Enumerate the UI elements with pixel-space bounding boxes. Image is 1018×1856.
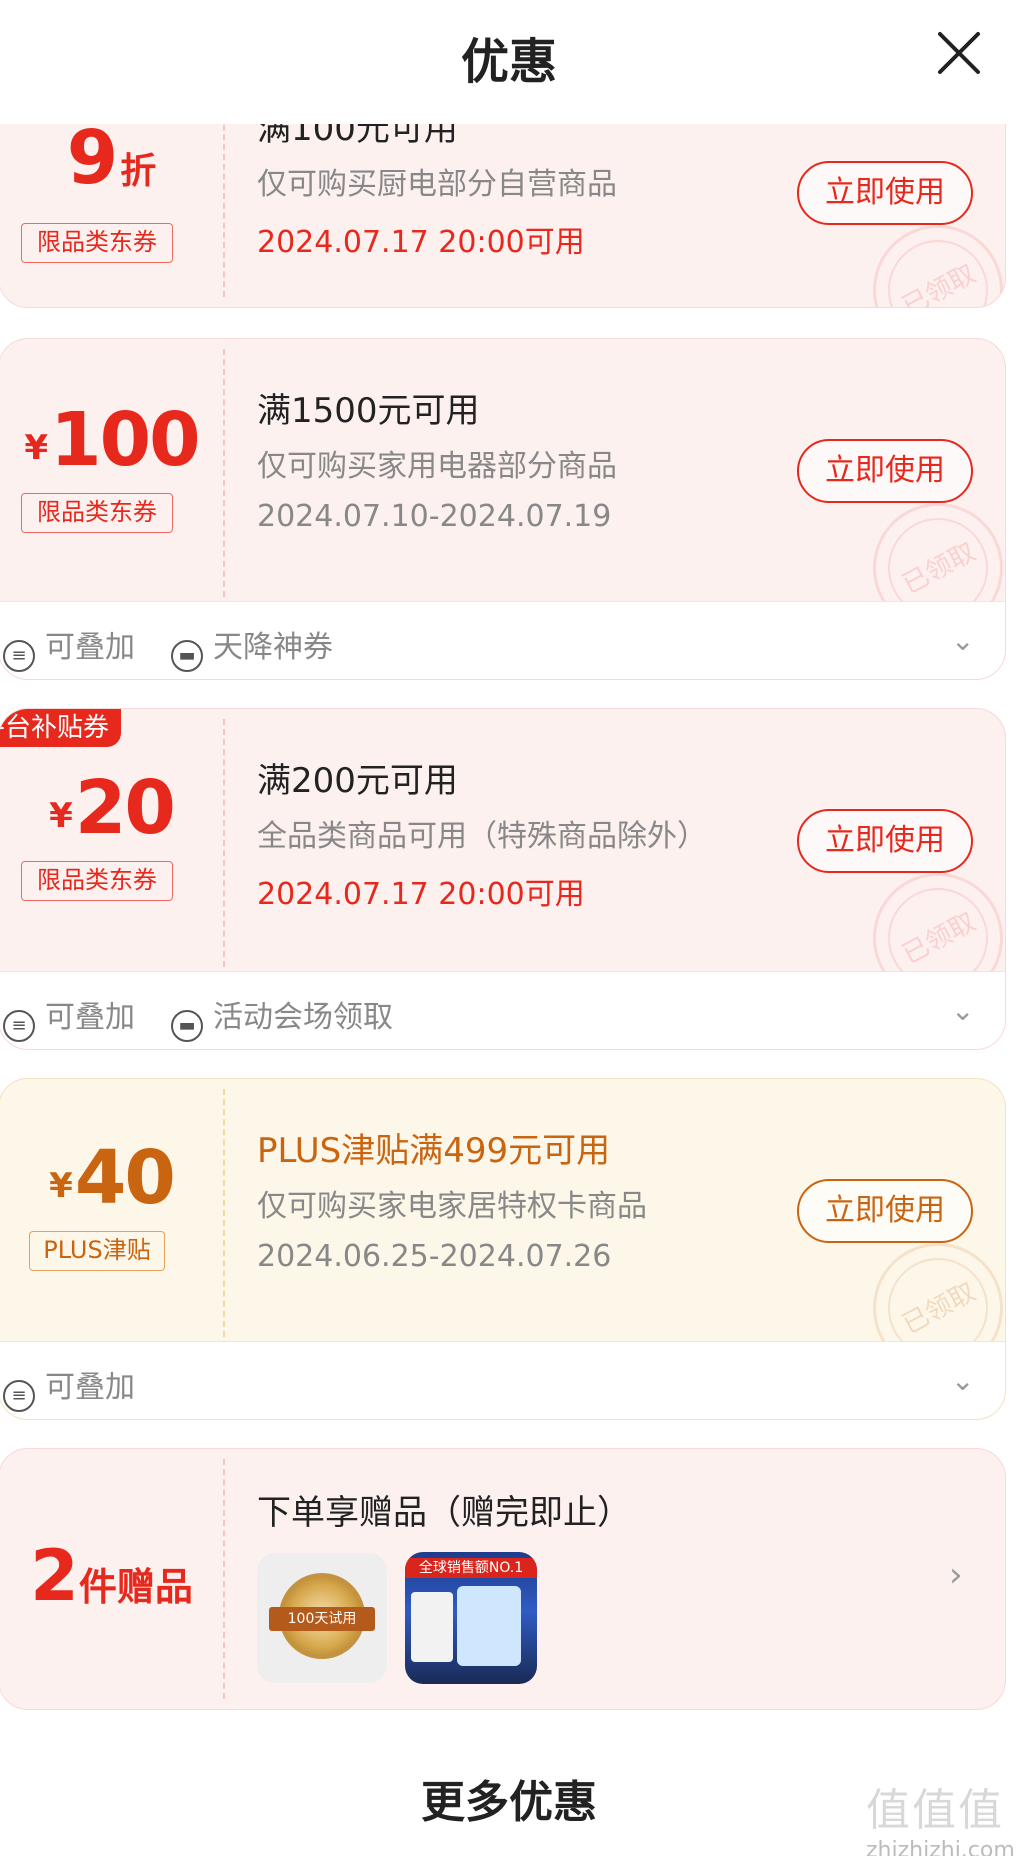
header: 优惠 bbox=[0, 0, 1018, 124]
currency-symbol: ¥ bbox=[49, 796, 73, 836]
stack-icon: ≡ bbox=[3, 1010, 35, 1042]
watermark: 值值值 zhizhizhi.com bbox=[866, 1774, 1015, 1856]
coupon-type-tag: 限品类东券 bbox=[21, 223, 173, 263]
coupon-threshold: 满1500元可用 bbox=[257, 391, 480, 431]
gift-count-unit: 件赠品 bbox=[78, 1565, 193, 1609]
coupon-validity: 2024.07.10-2024.07.19 bbox=[257, 499, 612, 534]
stack-icon: ≡ bbox=[3, 640, 35, 672]
stackable-label: ≡ 可叠加 bbox=[3, 992, 135, 1042]
currency-symbol: ¥ bbox=[49, 1166, 73, 1206]
chevron-down-icon[interactable]: ⌄ bbox=[951, 1364, 974, 1397]
stackable-text: 可叠加 bbox=[45, 1370, 135, 1405]
coupon-amount-value: 20 bbox=[74, 765, 176, 851]
coupon-amount: ¥40 bbox=[0, 1135, 224, 1221]
close-icon[interactable] bbox=[934, 28, 984, 78]
detergent-pack-image bbox=[457, 1586, 521, 1666]
coupon-scope: 全品类商品可用（特殊商品除外） bbox=[257, 819, 707, 854]
stackable-label: ≡ 可叠加 bbox=[3, 622, 135, 672]
chevron-right-icon[interactable]: › bbox=[949, 1555, 963, 1595]
chevron-down-icon[interactable]: ⌄ bbox=[951, 994, 974, 1027]
coupon-source-text: 天降神券 bbox=[213, 630, 333, 665]
chevron-down-icon[interactable]: ⌄ bbox=[951, 624, 974, 657]
coupon-type-tag: 限品类东券 bbox=[21, 493, 173, 533]
coupon-validity: 2024.07.17 20:00可用 bbox=[257, 225, 585, 260]
stackable-text: 可叠加 bbox=[45, 1000, 135, 1035]
coupon-amount-value: 40 bbox=[74, 1135, 176, 1221]
coupon-source-text: 活动会场领取 bbox=[213, 1000, 393, 1035]
coupon-type-tag: 限品类东券 bbox=[21, 861, 173, 901]
product-headline: 全球销售额NO.1 bbox=[405, 1558, 537, 1578]
coupon-source-label: ▬ 活动会场领取 bbox=[171, 992, 393, 1042]
coupon-threshold: 满100元可用 bbox=[257, 124, 458, 149]
ticket-icon: ▬ bbox=[171, 1010, 203, 1042]
gift-title: 下单享赠品（赠完即止） bbox=[257, 1493, 631, 1533]
watermark-logo: 值值值 bbox=[866, 1785, 1004, 1836]
stackable-label: ≡ 可叠加 bbox=[3, 1362, 135, 1412]
coupon-validity: 2024.06.25-2024.07.26 bbox=[257, 1239, 612, 1274]
currency-symbol: ¥ bbox=[24, 428, 49, 468]
coupon-threshold: 满200元可用 bbox=[257, 761, 458, 801]
use-now-button[interactable]: 立即使用 bbox=[797, 161, 973, 225]
coupon-source-label: ▬ 天降神券 bbox=[171, 622, 333, 672]
product-side-panel bbox=[411, 1592, 453, 1662]
coupon-amount-unit: 折 bbox=[120, 151, 157, 192]
coupon-footer[interactable]: ≡ 可叠加 ▬ 天降神券 ⌄ bbox=[0, 601, 1005, 679]
coupon-amount: 9折 bbox=[0, 124, 224, 201]
trial-badge-label: 100天试用 bbox=[269, 1607, 375, 1631]
coupon-amount-value: 9 bbox=[66, 124, 118, 201]
coupon-validity: 2024.07.17 20:00可用 bbox=[257, 877, 585, 912]
coupon-scope: 仅可购买厨电部分自营商品 bbox=[257, 167, 617, 202]
coupon-type-tag: PLUS津贴 bbox=[29, 1231, 165, 1271]
gift-item-thumbnail[interactable]: 全球销售额NO.1 bbox=[405, 1552, 537, 1684]
stack-icon: ≡ bbox=[3, 1380, 35, 1412]
coupon-card: ¥100 限品类东券 满1500元可用 仅可购买家用电器部分商品 2024.07… bbox=[0, 338, 1006, 680]
coupon-card: 平台补贴券 ¥20 限品类东券 满200元可用 全品类商品可用（特殊商品除外） … bbox=[0, 708, 1006, 1050]
subsidy-ribbon: 平台补贴券 bbox=[0, 709, 121, 747]
page-title: 优惠 bbox=[460, 34, 557, 90]
coupon-scope: 仅可购买家用电器部分商品 bbox=[257, 449, 617, 484]
claimed-stamp-text: 已领取 bbox=[897, 259, 981, 308]
coupon-amount: ¥100 bbox=[0, 397, 224, 483]
coupon-threshold: PLUS津贴满499元可用 bbox=[257, 1131, 611, 1171]
subsidy-ribbon-text: 平台补贴券 bbox=[0, 713, 109, 743]
watermark-url: zhizhizhi.com bbox=[866, 1838, 1015, 1856]
coupon-footer[interactable]: ≡ 可叠加 ⌄ bbox=[0, 1341, 1005, 1419]
coupon-amount-value: 100 bbox=[50, 397, 200, 483]
ticket-icon: ▬ bbox=[171, 640, 203, 672]
coupon-card: ¥40 PLUS津贴 PLUS津贴满499元可用 仅可购买家电家居特权卡商品 2… bbox=[0, 1078, 1006, 1420]
stackable-text: 可叠加 bbox=[45, 630, 135, 665]
coupon-footer[interactable]: ≡ 可叠加 ▬ 活动会场领取 ⌄ bbox=[0, 971, 1005, 1049]
gift-item-thumbnail[interactable]: 100天试用 bbox=[257, 1553, 387, 1683]
gift-card[interactable]: 2件赠品 下单享赠品（赠完即止） 100天试用 全球销售额NO.1 › bbox=[0, 1448, 1006, 1710]
coupon-list[interactable]: 9折 限品类东券 满100元可用 仅可购买厨电部分自营商品 2024.07.17… bbox=[0, 124, 1018, 1856]
claimed-stamp-text: 已领取 bbox=[897, 1277, 981, 1341]
claimed-stamp-text: 已领取 bbox=[897, 907, 981, 971]
use-now-button[interactable]: 立即使用 bbox=[797, 1179, 973, 1243]
gift-count-value: 2 bbox=[30, 1535, 79, 1617]
coupon-card: 9折 限品类东券 满100元可用 仅可购买厨电部分自营商品 2024.07.17… bbox=[0, 124, 1006, 308]
gift-count: 2件赠品 bbox=[0, 1535, 224, 1617]
claimed-stamp-text: 已领取 bbox=[897, 537, 981, 601]
coupon-amount: ¥20 bbox=[0, 765, 224, 851]
coupon-scope: 仅可购买家电家居特权卡商品 bbox=[257, 1189, 647, 1224]
use-now-button[interactable]: 立即使用 bbox=[797, 809, 973, 873]
use-now-button[interactable]: 立即使用 bbox=[797, 439, 973, 503]
claimed-stamp: 已领取 bbox=[873, 225, 1003, 308]
